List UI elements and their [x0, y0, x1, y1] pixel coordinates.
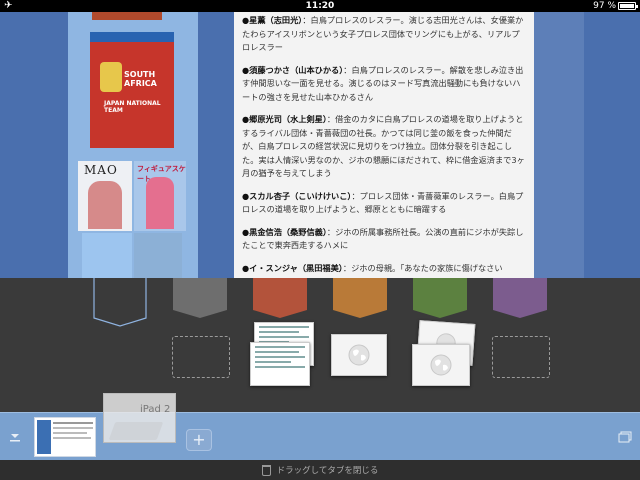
- add-tab-button[interactable]: +: [186, 429, 212, 451]
- character-name: ●郷原光司（水上剣星）: [242, 114, 327, 124]
- character-name: ●須藤つかさ（山本ひかる）: [242, 64, 344, 75]
- world-cup-logo: [100, 62, 122, 92]
- tab-label: iPad 2: [140, 404, 171, 415]
- tab-bar: [0, 412, 640, 460]
- book-cover-figure-skating[interactable]: フィギュアスケート: [134, 161, 186, 231]
- book-cover-mao[interactable]: MAO: [78, 161, 132, 231]
- web-page-content[interactable]: SOUTH AFRICA JAPAN NATIONAL TEAM MAO フィギ…: [0, 12, 640, 278]
- dragging-tab-ipad2[interactable]: iPad 2: [103, 393, 176, 443]
- close-hint-text: ドラッグしてタブを閉じる: [276, 466, 379, 476]
- article-paragraph: ●須藤つかさ（山本ひかる）：白鳥プロレスのレスラー。解散を悲しみ泣き出す仲間思い…: [242, 64, 526, 105]
- book-cover-subtext: JAPAN NATIONAL TEAM: [104, 100, 161, 114]
- tab-group-flag-red[interactable]: [253, 278, 307, 318]
- tab-group-flag-gray[interactable]: [173, 278, 227, 318]
- article-paragraph: ●イ・スンジャ（黒田福美）：ジホの母親。「あなたの家族に傷げなさい: [242, 262, 526, 276]
- character-name: ●黒金信浩（桑野信義）: [242, 226, 327, 237]
- article-paragraph: ●スカル杏子（こいけけいこ）：プロレス団体・青薔薇軍のレスラー。白鳥プロレスの道…: [242, 190, 526, 217]
- character-name: ●スカル杏子（こいけけいこ）: [242, 190, 352, 201]
- character-name: ●星薫（志田光）: [242, 15, 303, 25]
- tab-group-flag-purple[interactable]: [493, 278, 547, 318]
- close-drop-zone[interactable]: ドラッグしてタブを閉じる: [0, 460, 640, 480]
- tab-group-flag-orange[interactable]: [333, 278, 387, 318]
- battery-indicator: 97 %: [593, 0, 638, 12]
- book-title: MAO: [84, 163, 118, 177]
- tab-thumbnail[interactable]: [34, 417, 96, 457]
- character-name: ●イ・スンジャ（黒田福美）: [242, 262, 343, 273]
- tab-group-flag-green[interactable]: [413, 278, 467, 318]
- article-paragraph: ●郷原光司（水上剣星）：借金のカタに白鳥プロレスの道場を取り上げようとするライバ…: [242, 113, 526, 181]
- tab-group-flag-selected[interactable]: [93, 278, 147, 327]
- empty-group-slot[interactable]: [492, 336, 550, 378]
- book-cover-partial[interactable]: [92, 12, 162, 20]
- status-time: 11:20: [305, 1, 335, 11]
- article-paragraph: ●星薫（志田光）：白鳥プロレスのレスラー。演じる志田光さんは、女優業かたわらアイ…: [242, 14, 526, 55]
- globe-icon: [348, 344, 370, 366]
- book-cover[interactable]: [82, 233, 132, 278]
- book-cover[interactable]: [134, 233, 182, 278]
- book-cover-south-africa[interactable]: SOUTH AFRICA JAPAN NATIONAL TEAM: [90, 32, 174, 148]
- battery-icon: [618, 2, 638, 10]
- article-body: ●星薫（志田光）：白鳥プロレスのレスラー。演じる志田光さんは、女優業かたわらアイ…: [234, 12, 534, 278]
- empty-group-slot[interactable]: [172, 336, 230, 378]
- tab-group-stack-orange[interactable]: [331, 334, 387, 376]
- article-paragraph: ●黒金信浩（桑野信義）：ジホの所属事務所社長。公演の直前にジホが失踪したことで東…: [242, 226, 526, 253]
- globe-icon: [430, 354, 452, 376]
- book-cover-text: SOUTH AFRICA: [124, 70, 157, 88]
- status-bar: ✈ 11:20 97 %: [0, 0, 640, 12]
- battery-percent: 97 %: [593, 1, 616, 11]
- trash-icon: [261, 464, 271, 476]
- collapse-icon[interactable]: [0, 413, 30, 461]
- character-description: ：ジホの母親。「あなたの家族に傷げなさい: [342, 262, 503, 273]
- tab-list-icon[interactable]: [610, 413, 640, 461]
- page-margin: [534, 12, 584, 278]
- tab-group-manager: [0, 278, 640, 412]
